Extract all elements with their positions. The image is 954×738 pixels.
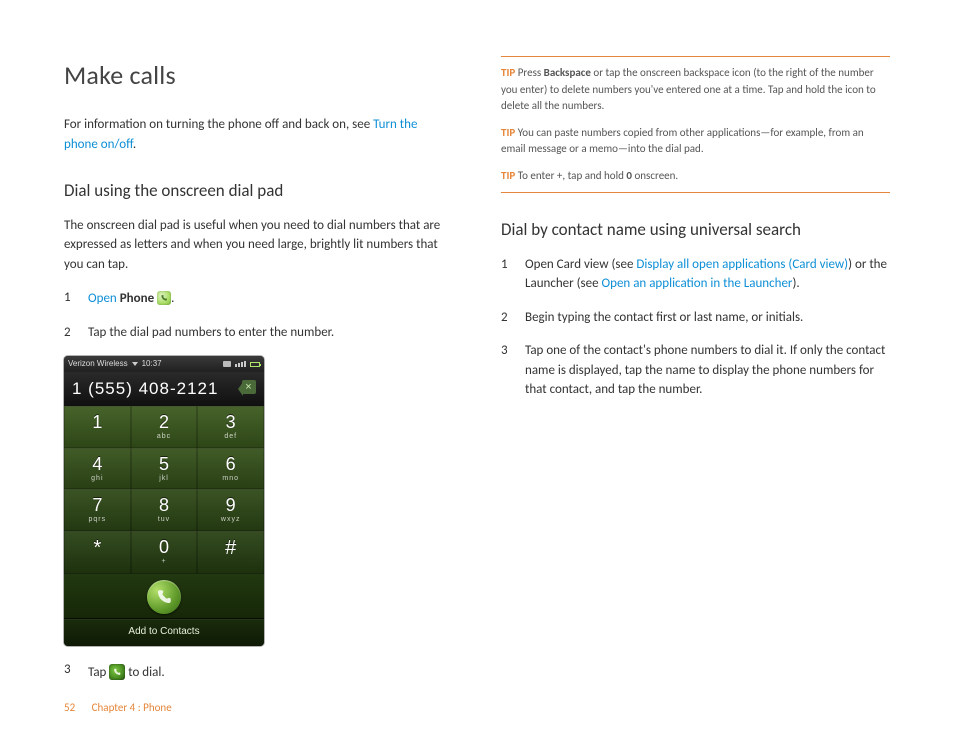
sec1-step-2: 2 Tap the dial pad numbers to enter the … — [64, 323, 453, 343]
section2-heading: Dial by contact name using universal sea… — [501, 217, 890, 243]
tip-label: TIP — [501, 66, 515, 79]
card-view-link[interactable]: Display all open applications (Card view… — [636, 257, 848, 272]
keypad-key-3[interactable]: 3def — [197, 406, 264, 448]
sec2-step-1: 1 Open Card view (see Display all open a… — [501, 255, 890, 294]
tip-label: TIP — [501, 126, 515, 139]
sec2-step-3: 3 Tap one of the contact's phone numbers… — [501, 341, 890, 400]
left-column: Make calls For information on turning th… — [64, 56, 453, 676]
keypad-key-9[interactable]: 9wxyz — [197, 489, 264, 531]
phone-app-icon — [157, 291, 171, 305]
sec2-step-2: 2 Begin typing the contact first or last… — [501, 308, 890, 328]
keypad: 1 2abc3def 4ghi5jkl6mno 7pqrs8tuv9wxyz * 0+… — [64, 406, 264, 574]
keypad-key-1[interactable]: 1 — [64, 406, 131, 448]
chapter-label: Chapter 4 : Phone — [92, 701, 172, 714]
section1-heading: Dial using the onscreen dial pad — [64, 178, 453, 204]
keypad-key-2[interactable]: 2abc — [131, 406, 198, 448]
add-to-contacts-button[interactable]: Add to Contacts — [64, 618, 264, 646]
divider-top — [501, 56, 890, 57]
page-number: 52 — [64, 701, 75, 714]
launcher-link[interactable]: Open an application in the Launcher — [602, 276, 793, 291]
keypad-key-*[interactable]: * — [64, 531, 131, 575]
keypad-key-5[interactable]: 5jkl — [131, 448, 198, 490]
keypad-key-0[interactable]: 0+ — [131, 531, 198, 575]
carrier-label: Verizon Wireless — [68, 358, 128, 370]
section1-paragraph: The onscreen dial pad is useful when you… — [64, 216, 453, 275]
dialed-number: 1 (555) 408-2121 — [72, 376, 238, 402]
page-title: Make calls — [64, 56, 453, 95]
phone-app-name: Phone — [120, 291, 154, 306]
dropdown-icon — [132, 362, 138, 366]
status-icon — [223, 361, 231, 367]
intro-suffix: . — [133, 137, 136, 152]
tip-2: TIP You can paste numbers copied from ot… — [501, 125, 890, 158]
right-column: TIP Press Backspace or tap the onscreen … — [501, 56, 890, 676]
divider-bottom — [501, 192, 890, 193]
keypad-key-6[interactable]: 6mno — [197, 448, 264, 490]
keypad-key-#[interactable]: # — [197, 531, 264, 575]
dial-display: 1 (555) 408-2121 — [64, 372, 264, 406]
sec1-step-3: 3 Tap to dial. — [64, 660, 453, 683]
intro-paragraph: For information on turning the phone off… — [64, 115, 453, 154]
dial-button[interactable] — [147, 580, 181, 614]
dial-icon — [109, 664, 125, 680]
keypad-key-7[interactable]: 7pqrs — [64, 489, 131, 531]
status-bar: Verizon Wireless 10:37 — [64, 356, 264, 372]
keypad-key-4[interactable]: 4ghi — [64, 448, 131, 490]
intro-prefix: For information on turning the phone off… — [64, 117, 373, 132]
tip-1: TIP Press Backspace or tap the onscreen … — [501, 65, 890, 115]
dialpad-screenshot: Verizon Wireless 10:37 1 (555) 408-2121 … — [64, 356, 264, 646]
keypad-key-8[interactable]: 8tuv — [131, 489, 198, 531]
sec1-step-1: 1 Open Phone . — [64, 288, 453, 309]
tip-3: TIP To enter +, tap and hold 0 onscreen. — [501, 168, 890, 185]
backspace-icon[interactable] — [238, 382, 256, 396]
page-footer: 52 Chapter 4 : Phone — [64, 700, 172, 717]
open-link[interactable]: Open — [88, 291, 117, 306]
tip-label: TIP — [501, 169, 515, 182]
time-label: 10:37 — [142, 358, 162, 370]
dial-button-row — [64, 574, 264, 618]
battery-icon — [250, 362, 260, 367]
signal-icon — [235, 361, 246, 367]
